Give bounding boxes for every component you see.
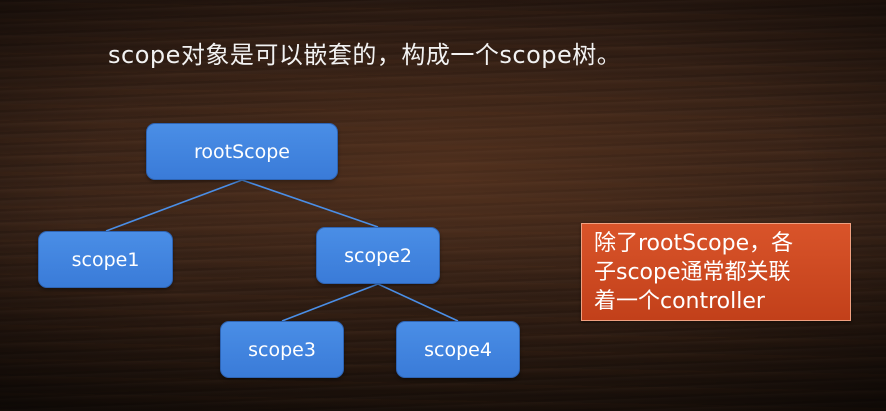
node-scope4: scope4: [396, 321, 520, 378]
edge-root-scope1: [105, 179, 243, 232]
edge-scope2-scope3: [281, 283, 379, 322]
edge-root-scope2: [241, 179, 379, 228]
node-scope1-label: scope1: [71, 248, 140, 271]
callout-note: 除了rootScope，各 子scope通常都关联 着一个controller: [581, 223, 851, 321]
node-scope3-label: scope3: [248, 338, 316, 361]
node-scope2-label: scope2: [344, 244, 412, 267]
node-scope1: scope1: [38, 231, 173, 288]
edge-scope2-scope4: [377, 283, 459, 322]
node-scope2: scope2: [316, 227, 440, 284]
node-rootscope: rootScope: [146, 123, 338, 180]
slide: scope对象是可以嵌套的，构成一个scope树。 rootScope scop…: [0, 0, 886, 411]
node-scope3: scope3: [220, 321, 344, 378]
node-rootscope-label: rootScope: [194, 140, 290, 163]
node-scope4-label: scope4: [424, 338, 492, 361]
